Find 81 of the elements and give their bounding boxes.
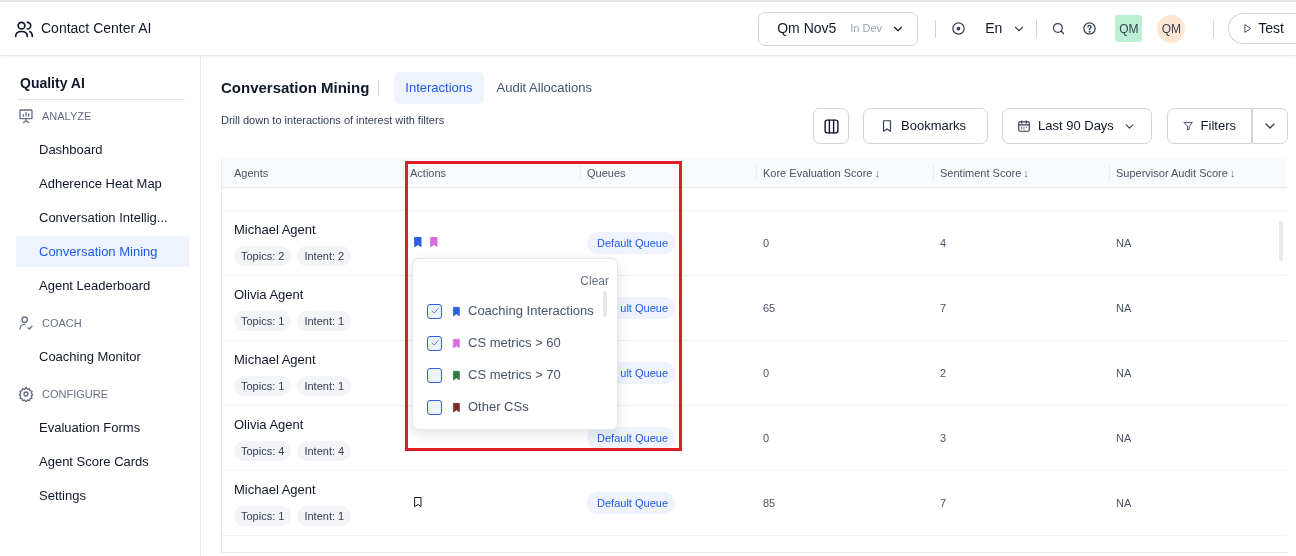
sidebar-item[interactable]: Evaluation Forms (16, 412, 189, 443)
agent-name: Olivia Agent (234, 416, 305, 434)
table-cell-text: 7 (940, 495, 948, 511)
language-selector[interactable]: En (985, 18, 1027, 39)
topics-tag: Topics: 1 (234, 310, 292, 331)
section-label: ANALYZE (42, 108, 92, 124)
queue-tag: Default Queue (587, 231, 675, 255)
sidebar-item[interactable]: Adherence Heat Map (16, 168, 189, 199)
table-cell-text: 0 (763, 365, 771, 381)
checkbox[interactable] (427, 367, 442, 383)
agent-name: Michael Agent (234, 481, 317, 499)
table-cell-text: 85 (763, 495, 777, 511)
bookmark-option[interactable]: Other CSs (413, 391, 617, 423)
test-button[interactable]: Test (1228, 13, 1296, 44)
person-check-icon (18, 315, 34, 331)
bookmark-option[interactable]: CS metrics > 60 (413, 327, 617, 359)
topics-tag: Topics: 2 (234, 245, 292, 266)
avatar[interactable]: QM (1115, 15, 1143, 42)
avatar[interactable]: QM (1157, 14, 1186, 43)
column-header[interactable]: Queues (580, 164, 763, 182)
checkbox[interactable] (427, 399, 442, 415)
intent-tag: Intent: 2 (297, 245, 352, 266)
table-cell-text: 3 (940, 430, 948, 446)
column-header[interactable]: Actions (403, 164, 587, 182)
table-cell-text: 7 (940, 300, 948, 316)
filter-icon (1183, 119, 1194, 133)
play-icon (1242, 23, 1254, 34)
columns-icon (822, 117, 840, 135)
agent-name: Olivia Agent (234, 286, 305, 304)
sidebar-item[interactable]: Conversation Mining (16, 236, 189, 267)
topics-tag: Topics: 1 (234, 505, 292, 526)
intent-tag: Intent: 4 (297, 440, 352, 461)
bookmarks-button[interactable]: Bookmarks (863, 108, 988, 144)
section-label: COACH (42, 315, 82, 331)
sidebar-title: Quality AI (19, 74, 86, 91)
tab[interactable]: Audit Allocations (485, 72, 603, 104)
section-label: CONFIGURE (42, 386, 108, 402)
sidebar-item[interactable]: Conversation Intellig... (16, 202, 189, 233)
app-title: Contact Center AI (41, 19, 152, 38)
column-header[interactable]: Supervisor Audit Score ↓ (1109, 164, 1287, 182)
table-cell-text: NA (1116, 430, 1133, 446)
table-cell-text: 65 (763, 300, 777, 316)
column-header[interactable]: Kore Evaluation Score ↓ (756, 164, 940, 182)
table-cell-text: NA (1116, 365, 1133, 381)
bookmark-icon (880, 119, 894, 133)
sidebar-item[interactable]: Settings (16, 480, 189, 511)
columns-button[interactable] (813, 108, 849, 144)
sidebar-item[interactable]: Dashboard (16, 134, 189, 165)
queue-tag: Default Queue (587, 491, 675, 515)
table-cell-text: 4 (940, 235, 948, 251)
table-cell-text: NA (1116, 235, 1133, 251)
filters-button[interactable]: Filters (1167, 108, 1252, 144)
topics-tag: Topics: 1 (234, 375, 292, 396)
date-range-button[interactable]: Last 90 Days (1002, 108, 1152, 144)
page-subtitle: Drill down to interactions of interest with filters (221, 113, 446, 128)
intent-tag: Intent: 1 (297, 375, 352, 396)
table-cell-text: NA (1116, 300, 1133, 316)
topics-tag: Topics: 4 (234, 440, 292, 461)
settings-icon (18, 386, 34, 402)
table-cell-text: NA (1116, 495, 1133, 511)
calendar-icon (1017, 119, 1031, 133)
project-selector[interactable]: Qm Nov5 In Dev (758, 11, 919, 46)
presentation-icon (18, 108, 34, 124)
sidebar-item[interactable]: Agent Leaderboard (16, 270, 189, 301)
table-cell-text: 2 (940, 365, 948, 381)
search-icon[interactable] (1051, 21, 1067, 36)
bookmark-icon[interactable] (412, 495, 424, 508)
table-cell-text: 0 (763, 430, 771, 446)
page-title: Conversation Mining (221, 77, 370, 98)
agent-name: Michael Agent (234, 351, 317, 369)
agent-name: Michael Agent (234, 221, 317, 239)
column-header[interactable]: Sentiment Score ↓ (933, 164, 1116, 182)
table-cell-text: 0 (763, 235, 771, 251)
clear-link[interactable]: Clear (580, 272, 609, 290)
intent-tag: Intent: 1 (297, 505, 352, 526)
tab[interactable]: Interactions (394, 72, 484, 104)
help-icon[interactable] (1082, 21, 1098, 36)
sidebar-item[interactable]: Agent Score Cards (16, 446, 189, 477)
sidebar-item[interactable]: Coaching Monitor (16, 341, 189, 372)
intent-tag: Intent: 1 (297, 310, 352, 331)
target-icon[interactable] (951, 21, 967, 36)
